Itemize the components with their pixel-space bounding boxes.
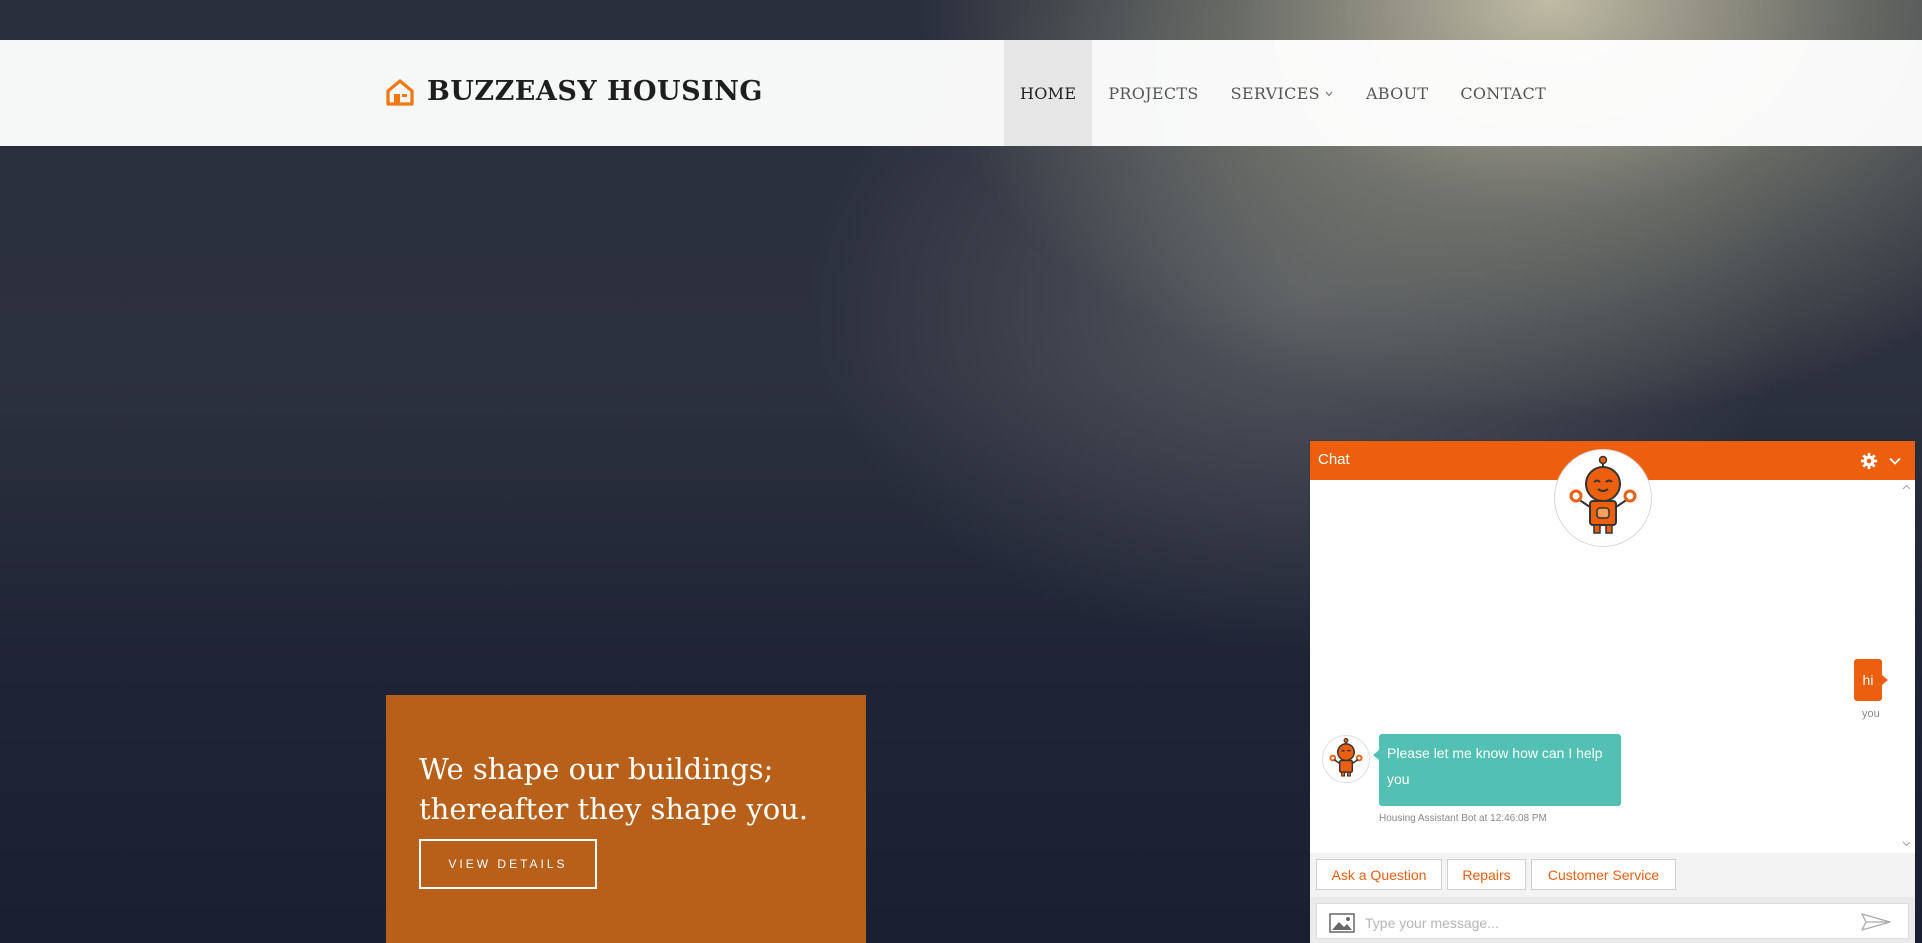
house-icon xyxy=(386,78,414,106)
chat-input-bar xyxy=(1310,897,1915,943)
chat-widget: Chat hi you Please let me know how can I… xyxy=(1310,441,1915,943)
nav-about[interactable]: ABOUT xyxy=(1350,40,1444,146)
hero-card: We shape our buildings; thereafter they … xyxy=(386,695,866,943)
main-nav: HOME PROJECTS SERVICES ABOUT CONTACT xyxy=(1004,40,1562,146)
nav-contact[interactable]: CONTACT xyxy=(1444,40,1562,146)
user-message-sender: you xyxy=(1862,708,1880,720)
nav-home[interactable]: HOME xyxy=(1004,40,1093,146)
top-navbar: BUZZEASY HOUSING HOME PROJECTS SERVICES … xyxy=(0,40,1922,146)
gear-icon[interactable] xyxy=(1860,452,1878,470)
nav-services[interactable]: SERVICES xyxy=(1215,40,1350,146)
message-input[interactable] xyxy=(1363,909,1847,937)
hero-tagline-line2: thereafter they shape you. xyxy=(419,792,809,827)
quick-reply-customer-service[interactable]: Customer Service xyxy=(1531,859,1676,890)
bot-message-meta: Housing Assistant Bot at 12:46:08 PM xyxy=(1379,813,1547,824)
image-upload-icon[interactable] xyxy=(1329,913,1355,933)
scroll-up-icon[interactable] xyxy=(1902,483,1911,492)
nav-projects[interactable]: PROJECTS xyxy=(1092,40,1214,146)
scroll-down-icon[interactable] xyxy=(1902,839,1911,848)
bot-avatar xyxy=(1554,449,1652,547)
quick-replies: Ask a Question Repairs Customer Service xyxy=(1310,853,1915,897)
hero-background-top xyxy=(0,0,1922,40)
user-message: hi xyxy=(1854,659,1888,701)
brand-name: BUZZEASY HOUSING xyxy=(427,76,763,107)
chat-input-box xyxy=(1316,903,1909,939)
bot-message: Please let me know how can I help you xyxy=(1373,734,1621,806)
chevron-down-icon[interactable] xyxy=(1888,454,1902,468)
brand-logo[interactable]: BUZZEASY HOUSING xyxy=(385,76,763,107)
quick-reply-ask-question[interactable]: Ask a Question xyxy=(1316,859,1442,890)
nav-services-label: SERVICES xyxy=(1230,83,1320,103)
chat-title: Chat xyxy=(1318,451,1350,468)
send-icon[interactable] xyxy=(1861,913,1891,931)
robot-icon xyxy=(1569,455,1637,534)
view-details-button[interactable]: VIEW DETAILS xyxy=(419,839,597,889)
bot-message-avatar xyxy=(1322,735,1370,783)
hero-tagline: We shape our buildings; thereafter they … xyxy=(419,749,839,829)
quick-reply-repairs[interactable]: Repairs xyxy=(1447,859,1526,890)
hero-tagline-line1: We shape our buildings; xyxy=(419,752,774,787)
chevron-down-icon xyxy=(1325,91,1333,97)
robot-icon xyxy=(1329,738,1363,777)
